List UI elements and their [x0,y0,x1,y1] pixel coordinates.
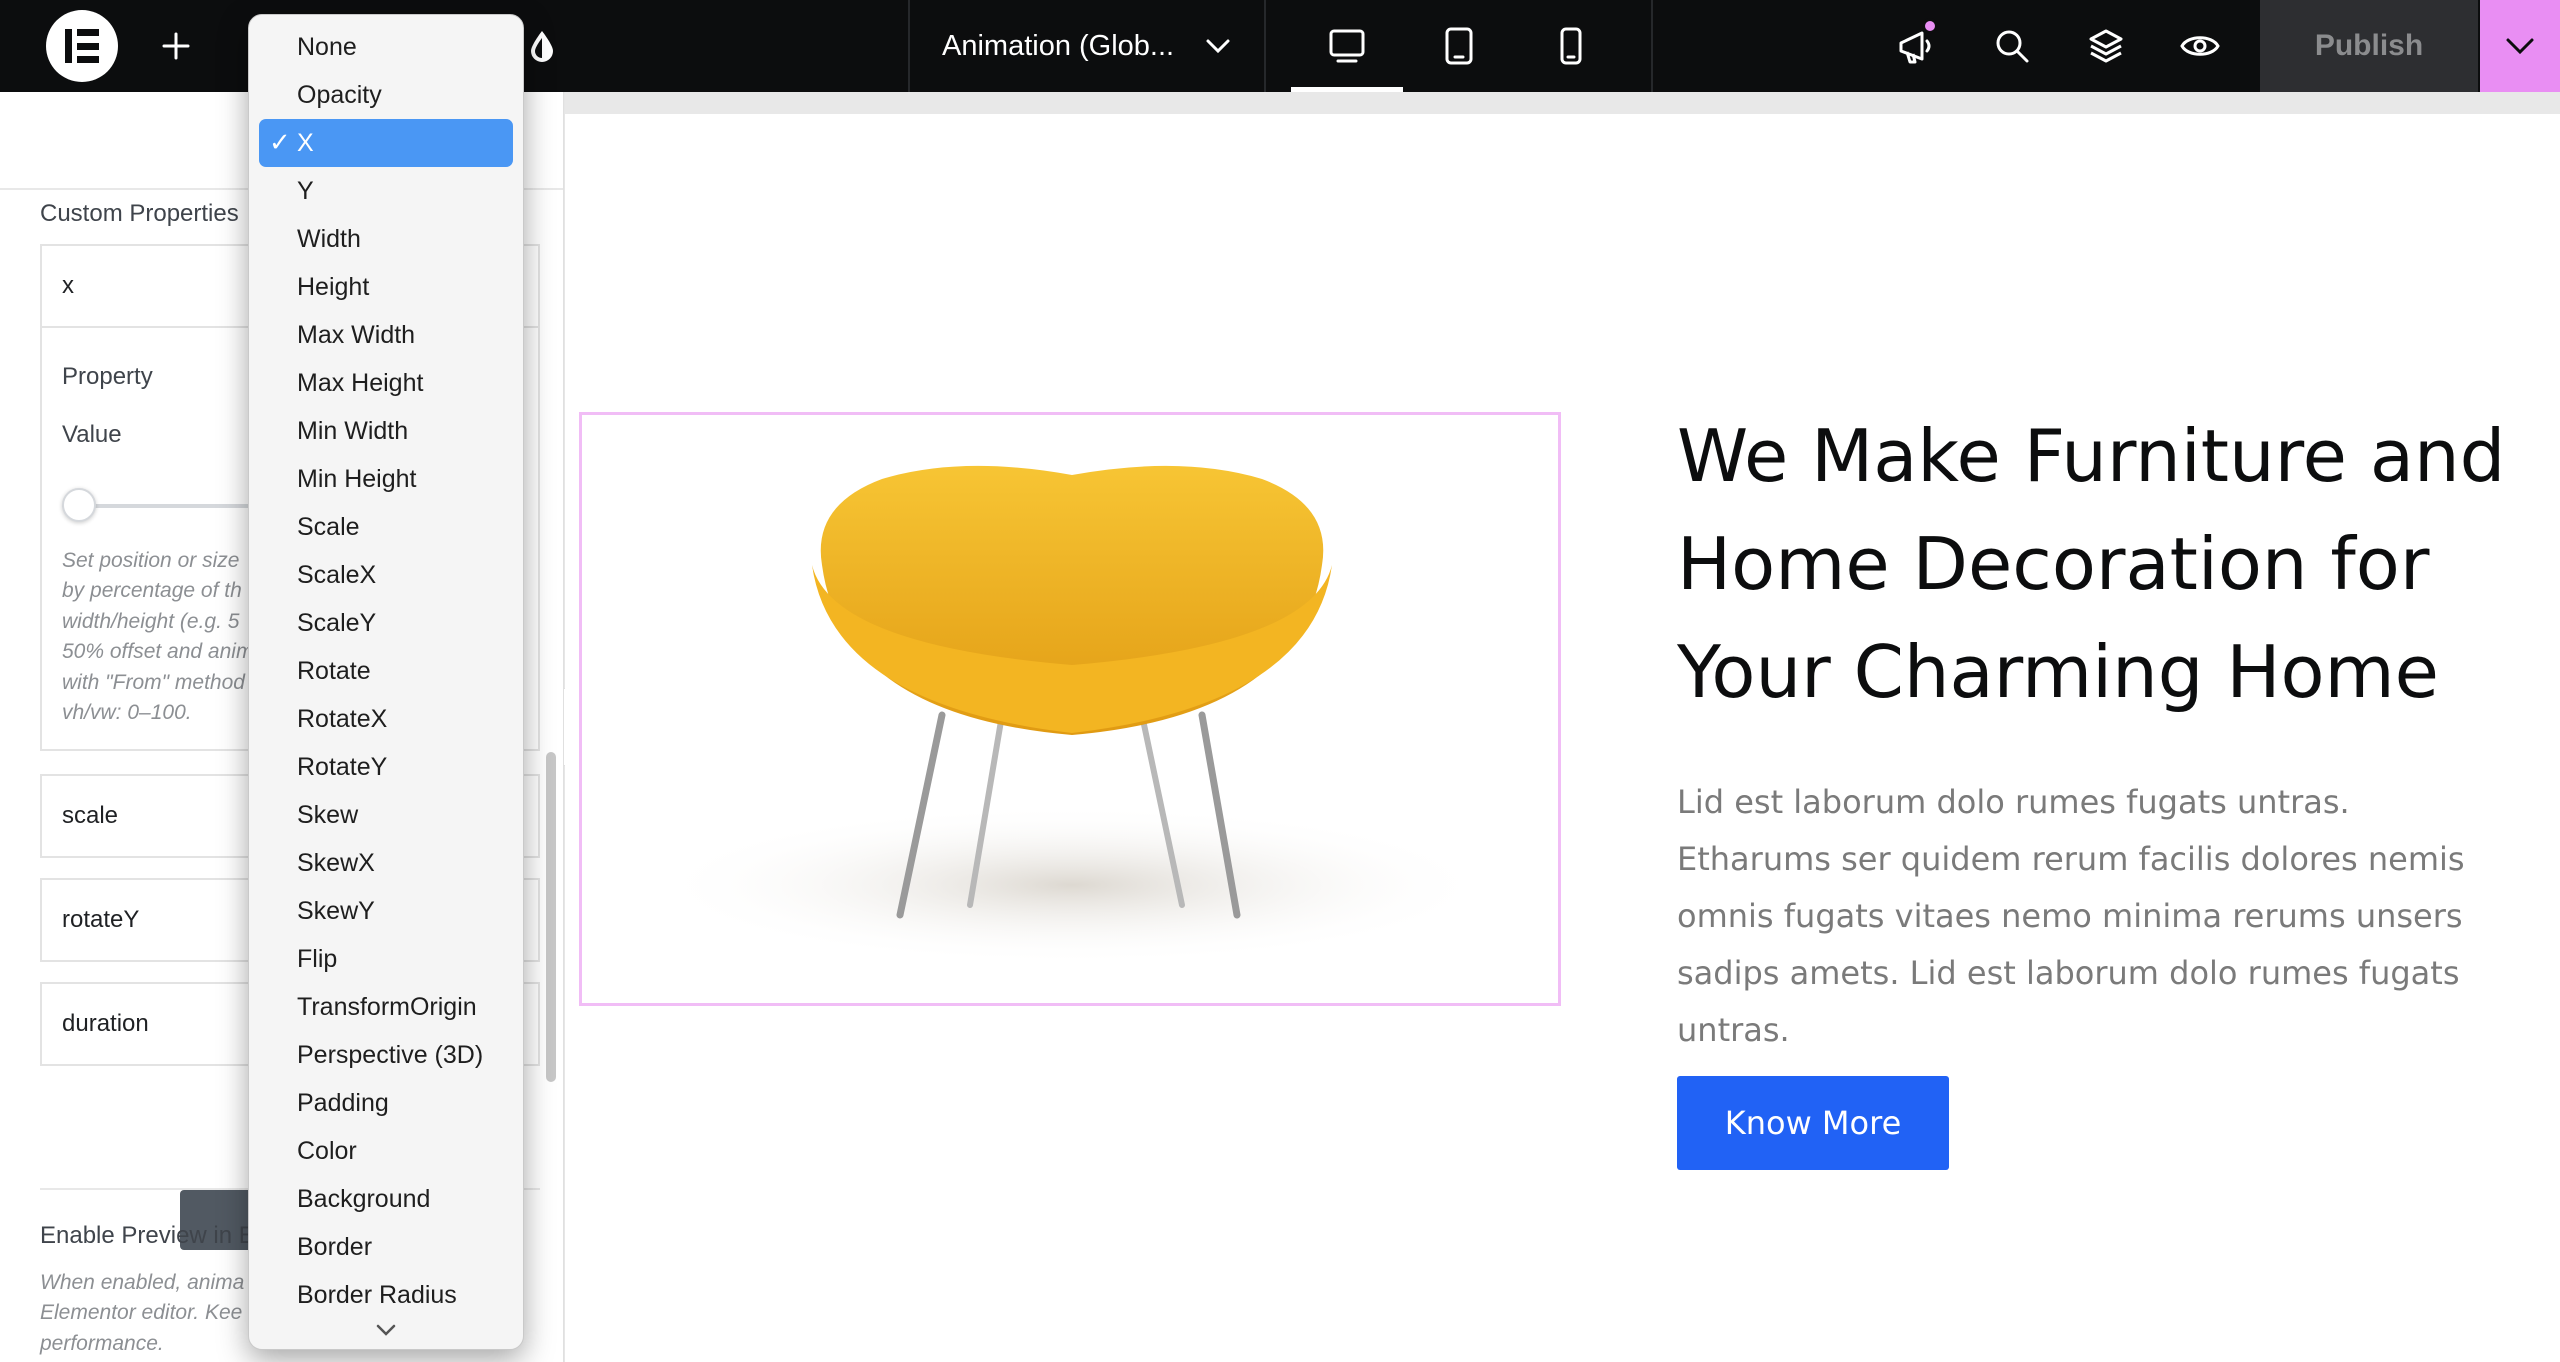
dropdown-option-label: Border Radius [297,1280,457,1309]
publish-options-button[interactable] [2480,0,2560,92]
dropdown-option-label: Padding [297,1088,389,1117]
dropdown-option-label: Skew [297,800,359,829]
dropdown-option-scale[interactable]: Scale [259,503,513,551]
dropdown-option-label: Flip [297,944,338,973]
dropdown-option-label: Scale [297,512,360,541]
dropdown-option-label: Min Height [297,464,417,493]
dropdown-option-flip[interactable]: Flip [259,935,513,983]
property-select-dropdown[interactable]: None Opacity ✓ X Y Width Height Max Width Max He… [248,14,524,1350]
divider [1651,0,1653,92]
panel-scrollbar[interactable] [546,752,556,1082]
know-more-button[interactable]: Know More [1677,1076,1949,1170]
dropdown-option-skewy[interactable]: SkewY [259,887,513,935]
dropdown-option-background[interactable]: Background [259,1175,513,1223]
dropdown-option-border-radius[interactable]: Border Radius [259,1271,513,1319]
dropdown-option-label: ScaleX [297,560,377,589]
divider [1264,0,1266,92]
elementor-logo-icon[interactable] [46,10,118,82]
dropdown-option-label: None [297,32,357,61]
dropdown-option-label: Rotate [297,656,371,685]
dropdown-option-label: Perspective (3D) [297,1040,484,1069]
search-icon[interactable] [1986,20,2038,72]
dropdown-option-min-height[interactable]: Min Height [259,455,513,503]
dropdown-option-width[interactable]: Width [259,215,513,263]
slider-handle[interactable] [62,488,96,522]
mobile-device-icon[interactable] [1515,0,1627,92]
dropdown-options: None Opacity ✓ X Y Width Height Max Width Max He… [259,23,513,1319]
dropdown-option-label: Max Width [297,320,416,349]
tablet-device-icon[interactable] [1403,0,1515,92]
dropdown-option-rotatey[interactable]: RotateY [259,743,513,791]
dropdown-option-label: SkewY [297,896,375,925]
dropdown-option-x[interactable]: ✓ X [259,119,513,167]
megaphone-icon[interactable] [1890,18,1942,72]
layers-icon[interactable] [2080,20,2132,72]
dropdown-option-none[interactable]: None [259,23,513,71]
help-line: performance. [40,1331,164,1355]
dropdown-option-perspective-3d[interactable]: Perspective (3D) [259,1031,513,1079]
hero-heading[interactable]: We Make Furniture and Home Decoration fo… [1677,402,2537,726]
dropdown-option-label: RotateX [297,704,388,733]
page-section: We Make Furniture and Home Decoration fo… [565,114,2560,1362]
chevron-down-icon[interactable] [1198,26,1238,66]
enable-preview-help: When enabled, anima Elementor editor. Ke… [40,1268,244,1359]
dropdown-option-border[interactable]: Border [259,1223,513,1271]
dropdown-option-skew[interactable]: Skew [259,791,513,839]
checkmark-icon: ✓ [269,127,291,157]
dropdown-option-label: Max Height [297,368,424,397]
dropdown-option-rotate[interactable]: Rotate [259,647,513,695]
dropdown-option-rotatex[interactable]: RotateX [259,695,513,743]
dropdown-option-label: Border [297,1232,373,1261]
help-line: When enabled, anima [40,1271,245,1294]
dropdown-option-color[interactable]: Color [259,1127,513,1175]
dropdown-option-label: ScaleY [297,608,377,637]
dropdown-option-transformorigin[interactable]: TransformOrigin [259,983,513,1031]
desktop-device-icon[interactable] [1291,0,1403,92]
dropdown-option-label: Min Width [297,416,409,445]
scroll-down-chevron-icon[interactable] [249,1317,523,1343]
dropdown-option-scalex[interactable]: ScaleX [259,551,513,599]
divider [908,0,910,92]
publish-button[interactable]: Publish [2260,0,2478,92]
dropdown-option-opacity[interactable]: Opacity [259,71,513,119]
custom-properties-label: Custom Properties [40,200,239,227]
notification-dot [1922,18,1938,34]
dropdown-option-label: Opacity [297,80,382,109]
dropdown-option-label: Background [297,1184,431,1213]
dropdown-option-label: Color [297,1136,357,1165]
enable-preview-label: Enable Preview in E [40,1222,255,1249]
dropdown-option-label: SkewX [297,848,375,877]
plus-icon[interactable] [152,22,200,70]
droplet-icon[interactable] [522,26,562,66]
dropdown-option-y[interactable]: Y [259,167,513,215]
dropdown-option-label: TransformOrigin [297,992,477,1021]
chevron-down-icon [2506,38,2534,55]
dropdown-option-height[interactable]: Height [259,263,513,311]
dropdown-option-label: Y [297,176,314,205]
help-line: Elementor editor. Kee [40,1301,243,1325]
dropdown-option-scaley[interactable]: ScaleY [259,599,513,647]
dropdown-option-padding[interactable]: Padding [259,1079,513,1127]
yellow-chair-image [652,465,1492,965]
dropdown-option-max-width[interactable]: Max Width [259,311,513,359]
document-title[interactable]: Animation (Glob... [942,0,1174,92]
dropdown-option-label: RotateY [297,752,388,781]
dropdown-option-label: X [297,128,314,157]
dropdown-option-max-height[interactable]: Max Height [259,359,513,407]
dropdown-option-skewx[interactable]: SkewX [259,839,513,887]
dropdown-option-min-width[interactable]: Min Width [259,407,513,455]
eye-icon[interactable] [2174,20,2226,72]
hero-paragraph[interactable]: Lid est laborum dolo rumes fugats untras… [1677,774,2497,1059]
dropdown-option-label: Width [297,224,361,253]
image-widget[interactable] [579,412,1561,1006]
dropdown-option-label: Height [297,272,370,301]
preview-canvas: We Make Furniture and Home Decoration fo… [565,92,2560,1362]
